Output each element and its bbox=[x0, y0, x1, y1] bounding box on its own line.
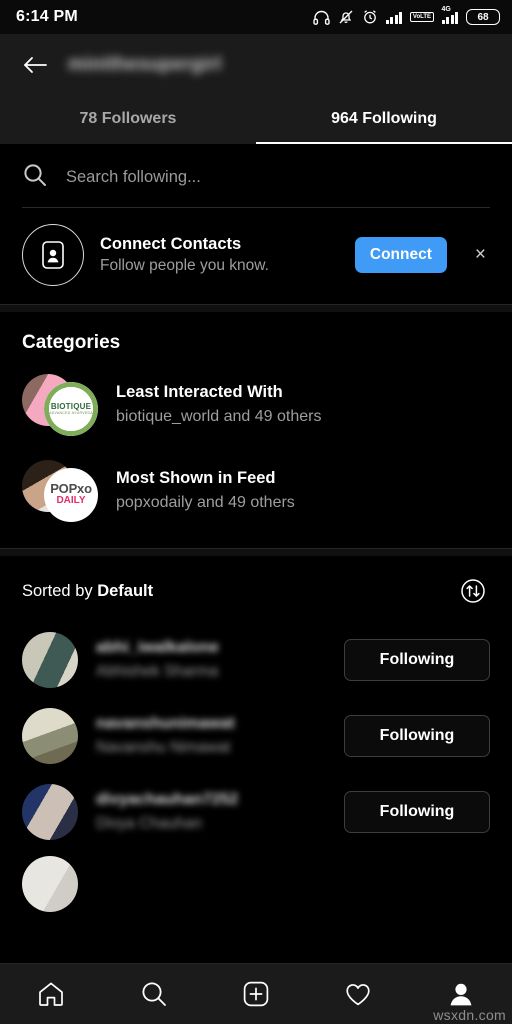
category-title: Most Shown in Feed bbox=[116, 469, 276, 488]
sort-arrows-icon[interactable] bbox=[456, 574, 490, 608]
category-text: Least Interacted With biotique_world and… bbox=[116, 381, 321, 428]
status-icon-group: VoLTE 4G 68 bbox=[313, 6, 500, 25]
connect-contacts-text: Connect Contacts Follow people you know. bbox=[100, 233, 339, 277]
avatar[interactable] bbox=[22, 856, 78, 912]
following-button[interactable]: Following bbox=[344, 715, 490, 757]
user-fullname: Divya Chauhan bbox=[96, 815, 202, 833]
contact-card-icon bbox=[22, 224, 84, 286]
user-handle: divyachauhan7252 bbox=[96, 791, 239, 809]
list-item[interactable]: divyachauhan7252 Divya Chauhan Following bbox=[0, 774, 512, 850]
signal-bars-4g-icon: 4G bbox=[441, 6, 458, 24]
connect-contacts-card: Connect Contacts Follow people you know.… bbox=[0, 208, 512, 304]
connect-button[interactable]: Connect bbox=[354, 237, 447, 273]
add-post-icon[interactable] bbox=[231, 972, 281, 1016]
list-item[interactable]: navanshunimawat Navanshu Nimawat Followi… bbox=[0, 698, 512, 774]
profile-avatar-icon[interactable] bbox=[436, 972, 486, 1016]
avatar[interactable] bbox=[22, 708, 78, 764]
alarm-clock-icon bbox=[362, 9, 378, 25]
user-meta: navanshunimawat Navanshu Nimawat bbox=[96, 712, 326, 759]
headphones-icon bbox=[313, 10, 330, 25]
sort-label: Sorted by Default bbox=[22, 582, 153, 601]
activity-heart-icon[interactable] bbox=[333, 972, 383, 1016]
main-content: Search following... Connect Contacts Fol… bbox=[0, 144, 512, 963]
avatar-front: BIOTIQUE ADVANCED AYURVEDA bbox=[44, 382, 98, 436]
category-text: Most Shown in Feed popxodaily and 49 oth… bbox=[116, 467, 295, 514]
sort-bar: Sorted by Default bbox=[0, 556, 512, 622]
sort-prefix: Sorted by bbox=[22, 581, 98, 600]
avatar-front-label: POPxo bbox=[50, 481, 92, 497]
page-title: minithesupergirl bbox=[68, 54, 222, 75]
user-handle: navanshunimawat bbox=[96, 715, 235, 733]
avatar-front-sublabel: DAILY bbox=[56, 495, 86, 507]
category-subtitle: biotique_world and 49 others bbox=[116, 408, 322, 426]
search-icon bbox=[22, 162, 48, 193]
connect-contacts-subtitle: Follow people you know. bbox=[100, 257, 269, 275]
categories-heading: Categories bbox=[22, 332, 121, 353]
avatar-front-label: BIOTIQUE bbox=[50, 402, 92, 411]
category-subtitle: popxodaily and 49 others bbox=[116, 494, 295, 512]
followers-following-tabs: 78 Followers 964 Following bbox=[0, 96, 512, 144]
list-item[interactable]: abhi_iwalkalone Abhishek Sharma Followin… bbox=[0, 622, 512, 698]
category-row-most-shown[interactable]: POPxo DAILY Most Shown in Feed popxodail… bbox=[0, 448, 512, 534]
search-input[interactable]: Search following... bbox=[66, 168, 201, 187]
avatar[interactable] bbox=[22, 632, 78, 688]
home-icon[interactable] bbox=[26, 972, 76, 1016]
battery-icon: 68 bbox=[466, 9, 500, 25]
page-header: minithesupergirl 78 Followers 964 Follow… bbox=[0, 34, 512, 144]
tab-followers[interactable]: 78 Followers bbox=[0, 96, 256, 144]
tab-following[interactable]: 964 Following bbox=[256, 96, 512, 144]
avatar-front: POPxo DAILY bbox=[44, 468, 98, 522]
user-fullname: Abhishek Sharma bbox=[96, 663, 219, 681]
category-avatar-stack: BIOTIQUE ADVANCED AYURVEDA bbox=[22, 374, 100, 436]
bottom-navigation-bar: wsxdn.com bbox=[0, 963, 512, 1024]
section-spacer-1 bbox=[0, 305, 512, 312]
header-top-bar: minithesupergirl bbox=[0, 34, 512, 96]
user-meta: divyachauhan7252 Divya Chauhan bbox=[96, 788, 326, 835]
list-item-partial[interactable] bbox=[0, 850, 512, 922]
instagram-following-screen: 6:14 PM VoLTE 4G 68 minithesupergirl 78 … bbox=[0, 0, 512, 1024]
avatar[interactable] bbox=[22, 784, 78, 840]
following-button[interactable]: Following bbox=[344, 791, 490, 833]
following-button[interactable]: Following bbox=[344, 639, 490, 681]
section-spacer-2 bbox=[0, 549, 512, 556]
network-type-label: 4G bbox=[441, 5, 451, 13]
user-handle: abhi_iwalkalone bbox=[96, 639, 219, 657]
avatar-front-sublabel: ADVANCED AYURVEDA bbox=[49, 411, 93, 415]
user-meta: abhi_iwalkalone Abhishek Sharma bbox=[96, 636, 326, 683]
sort-value: Default bbox=[97, 581, 154, 600]
category-title: Least Interacted With bbox=[116, 383, 283, 402]
back-arrow-icon[interactable] bbox=[18, 48, 52, 82]
status-bar: 6:14 PM VoLTE 4G 68 bbox=[0, 0, 512, 34]
category-row-least-interacted[interactable]: BIOTIQUE ADVANCED AYURVEDA Least Interac… bbox=[0, 362, 512, 448]
status-time: 6:14 PM bbox=[16, 8, 78, 25]
search-icon[interactable] bbox=[129, 972, 179, 1016]
signal-bars-icon bbox=[385, 11, 403, 24]
volte-icon: VoLTE bbox=[410, 11, 434, 23]
close-icon[interactable]: × bbox=[463, 244, 496, 266]
biotique-logo-icon: BIOTIQUE ADVANCED AYURVEDA bbox=[44, 382, 98, 436]
bell-muted-icon bbox=[338, 9, 354, 25]
connect-contacts-title: Connect Contacts bbox=[100, 235, 242, 254]
search-bar[interactable]: Search following... bbox=[0, 144, 512, 207]
category-avatar-stack: POPxo DAILY bbox=[22, 460, 100, 522]
user-fullname: Navanshu Nimawat bbox=[96, 739, 231, 757]
